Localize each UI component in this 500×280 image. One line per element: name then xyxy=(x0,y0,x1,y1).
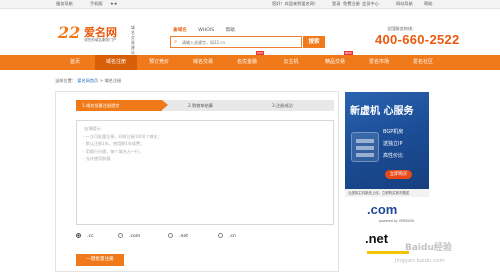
mobile-link[interactable]: 手机版 xyxy=(90,1,103,7)
logo-side-1: 域名 xyxy=(131,25,135,35)
nav-finance-label: 名优金融 xyxy=(236,59,257,65)
cloud-host-ad[interactable]: 新虚机 心服务 BGP机房 送独立IP 高性价比 立即购买 xyxy=(345,92,429,189)
main-nav: 首页 域名注册 预订竞价 域名交易 名优金融 HOT 云主机 精品交易 NEW … xyxy=(0,51,500,70)
logo-tagline: 领先的域名服务门户 xyxy=(84,38,117,42)
breadcrumb-home-link[interactable]: 爱名网首页 xyxy=(77,78,98,83)
com-ad[interactable]: .com powered by VERISIGN xyxy=(345,199,429,229)
site-logo[interactable]: 22 爱名网 领先的域名服务门户 域名 交易 建站 xyxy=(58,23,138,55)
tab-help[interactable]: 帮助 xyxy=(226,28,235,33)
nav-finance[interactable]: 名优金融 HOT xyxy=(225,51,269,70)
member-center-link[interactable]: 会员中心 xyxy=(362,1,379,7)
breadcrumb-separator: > xyxy=(99,78,104,83)
logo-number: 22 xyxy=(58,23,81,42)
suffix-label: .com xyxy=(129,234,141,239)
hotline-number: 400-660-2522 xyxy=(375,32,460,47)
register-panel: 1.域名批量注册提交 2.购物车结算 3.注册成功 -友情提示： - 一次可批量… xyxy=(55,91,339,272)
register-link[interactable]: 免费注册 xyxy=(343,1,360,7)
favorite-star-icon[interactable]: ★★ xyxy=(110,1,118,6)
hint-line: - 允许使用前缀 xyxy=(83,156,111,162)
ad1-line: 高性价比 xyxy=(383,153,404,159)
ad1-caption[interactable]: 云虚拟主机新品上线，立即购买首次赠送 xyxy=(345,189,429,197)
ad1-buy-button[interactable]: 立即购买 xyxy=(385,170,412,179)
top-bar: 服务导航 手机版 ★★ 您好！欢迎来到爱名网！ 登录 免费注册 会员中心 网站导… xyxy=(0,0,500,9)
site-nav-link[interactable]: 网站导航 xyxy=(396,1,413,7)
step-1: 1.域名批量注册提交 xyxy=(76,100,168,111)
logo-side-text: 域名 交易 建站 xyxy=(131,25,138,55)
help-link[interactable]: 帮助 xyxy=(424,1,432,7)
net-logo: .net xyxy=(365,231,389,246)
service-nav-link[interactable]: 服务导航 xyxy=(56,1,73,7)
ad1-line: 送独立IP xyxy=(383,141,403,147)
logo-side-2: 交易 xyxy=(131,35,135,45)
radio-cc[interactable] xyxy=(76,233,81,238)
step-2: 2.购物车结算 xyxy=(188,103,213,108)
nav-community[interactable]: 爱名社区 xyxy=(401,55,445,70)
server-icon xyxy=(351,132,379,162)
suffix-label: .net xyxy=(179,234,188,239)
step-indicator: 1.域名批量注册提交 2.购物车结算 3.注册成功 xyxy=(76,100,334,111)
ad1-line: BGP机房 xyxy=(383,129,404,135)
search-button[interactable]: 搜索 xyxy=(303,36,325,48)
tab-domain-search[interactable]: 查域名 xyxy=(173,28,187,33)
suffix-label: .cc xyxy=(87,234,94,239)
nav-market[interactable]: 爱名市场 xyxy=(357,55,401,70)
nav-domain-trade[interactable]: 域名交易 xyxy=(181,55,225,70)
batch-register-button[interactable]: 一键批量注册 xyxy=(76,254,124,266)
suffix-option-net[interactable]: .net xyxy=(168,233,188,239)
login-link[interactable]: 登录 xyxy=(332,1,340,7)
search-box: ⌕ xyxy=(170,36,302,48)
nav-premium-trade-label: 精品交易 xyxy=(324,59,345,65)
breadcrumb-prefix: 当前位置： xyxy=(55,78,76,83)
hint-line: - 用换行分隔，每个域名占一行； xyxy=(83,148,144,154)
tab-whois[interactable]: WHOIS xyxy=(198,28,214,33)
breadcrumb: 当前位置： 爱名网首页 > 域名注册 xyxy=(55,78,121,84)
radio-net[interactable] xyxy=(168,233,173,238)
nav-cloud-host[interactable]: 云主机 xyxy=(269,55,313,70)
nav-premium-trade[interactable]: 精品交易 NEW xyxy=(313,51,357,70)
hint-line: -友情提示： xyxy=(83,126,105,131)
hint-line: - 默认注册1年，使用期1年续费； xyxy=(83,141,145,147)
nav-domain-register[interactable]: 域名注册 xyxy=(95,55,137,70)
com-logo: .com xyxy=(367,202,398,217)
search-icon: ⌕ xyxy=(174,38,178,45)
hint-line: - 一次可批量注册，同时注册1000个域名； xyxy=(83,133,162,139)
domain-list-textarea[interactable]: -友情提示： - 一次可批量注册，同时注册1000个域名； - 默认注册1年，使… xyxy=(76,120,334,225)
logo-side-3: 建站 xyxy=(131,45,135,55)
verisign-text: powered by VERISIGN xyxy=(379,219,414,223)
net-underline xyxy=(367,251,409,254)
ad1-title: 新虚机 心服务 xyxy=(350,106,414,117)
baidu-watermark: Baidu经验 xyxy=(405,243,452,253)
breadcrumb-current: 域名注册 xyxy=(104,78,122,83)
radio-cn[interactable] xyxy=(218,233,223,238)
nav-reserve-bid[interactable]: 预订竞价 xyxy=(137,55,181,70)
search-input[interactable] xyxy=(182,38,300,47)
hot-badge: HOT xyxy=(256,51,265,55)
nav-home[interactable]: 首页 xyxy=(55,55,95,70)
new-badge: NEW xyxy=(344,51,353,55)
suffix-option-cn[interactable]: .cn xyxy=(218,233,236,239)
welcome-text: 您好！欢迎来到爱名网！ xyxy=(272,1,319,6)
search-tabs: 查域名 WHOIS 帮助 xyxy=(173,27,245,33)
header: 22 爱名网 领先的域名服务门户 域名 交易 建站 查域名 WHOIS 帮助 ⌕… xyxy=(0,9,500,55)
suffix-option-com[interactable]: .com xyxy=(118,233,140,239)
suffix-option-cc[interactable]: .cc xyxy=(76,233,94,239)
baidu-watermark-url: jingyan.baidu.com xyxy=(395,258,445,264)
suffix-label: .cn xyxy=(229,234,236,239)
step-3: 3.注册成功 xyxy=(272,103,293,108)
radio-com[interactable] xyxy=(118,233,123,238)
